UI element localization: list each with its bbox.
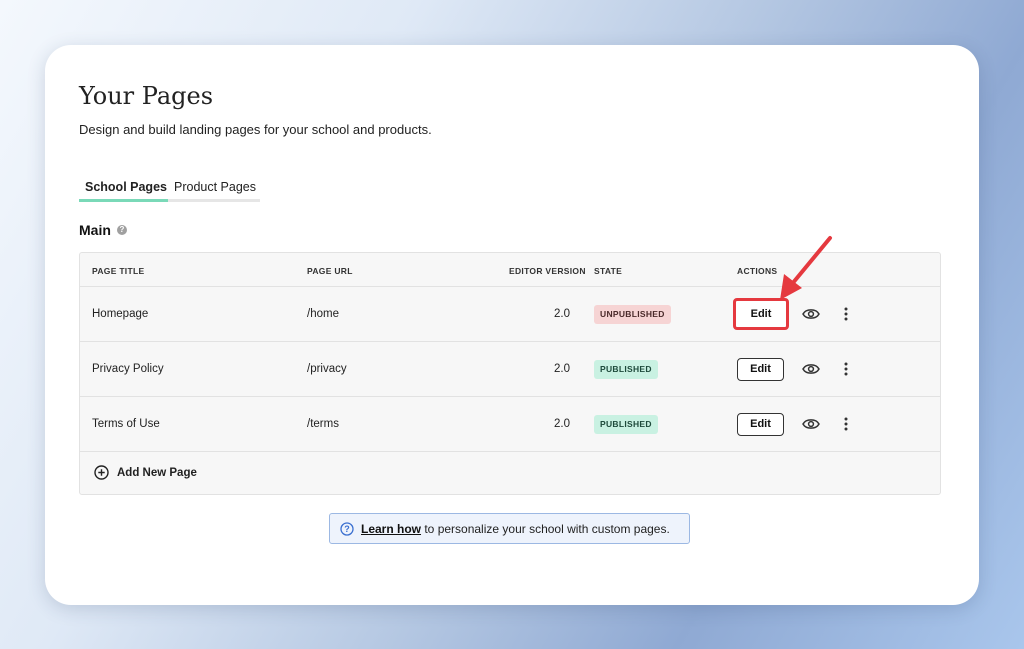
learn-how-link[interactable]: Learn how <box>361 522 421 536</box>
row-url: /home <box>307 308 339 320</box>
status-badge: PUBLISHED <box>594 415 658 434</box>
section-title: Main ? <box>79 222 127 238</box>
table-row: Terms of Use /terms 2.0 PUBLISHED Edit <box>80 397 940 452</box>
question-circle-icon: ? <box>340 521 354 536</box>
eye-icon[interactable] <box>802 362 820 376</box>
header-editor-version: EDITOR VERSION <box>509 266 586 276</box>
info-banner: ? Learn how to personalize your school w… <box>329 513 690 544</box>
row-url: /privacy <box>307 363 347 375</box>
add-new-page-label: Add New Page <box>117 466 197 479</box>
info-text-rest: to personalize your school with custom p… <box>421 521 670 536</box>
page-title: Your Pages <box>79 82 214 110</box>
plus-circle-icon <box>94 465 109 480</box>
row-title: Homepage <box>92 308 149 320</box>
more-options-icon[interactable] <box>843 361 849 377</box>
page-tabs: School Pages Product Pages <box>79 178 260 202</box>
header-page-title: PAGE TITLE <box>92 266 145 276</box>
section-title-label: Main <box>79 222 111 238</box>
row-url: /terms <box>307 418 339 430</box>
table-row: Privacy Policy /privacy 2.0 PUBLISHED Ed… <box>80 342 940 397</box>
more-options-icon[interactable] <box>843 306 849 322</box>
add-new-page-button[interactable]: Add New Page <box>94 465 197 480</box>
eye-icon[interactable] <box>802 417 820 431</box>
status-badge: UNPUBLISHED <box>594 305 671 324</box>
tab-product-pages[interactable]: Product Pages <box>174 180 256 194</box>
help-circle-icon[interactable]: ? <box>116 225 127 235</box>
row-version: 2.0 <box>554 308 570 320</box>
eye-icon[interactable] <box>802 307 820 321</box>
page-subtitle: Design and build landing pages for your … <box>79 122 432 137</box>
edit-button[interactable]: Edit <box>737 413 784 436</box>
info-text: Learn how to personalize your school wit… <box>361 522 670 536</box>
header-page-url: PAGE URL <box>307 266 353 276</box>
svg-text:?: ? <box>344 524 350 534</box>
edit-button[interactable]: Edit <box>737 358 784 381</box>
tab-school-pages[interactable]: School Pages <box>85 180 167 194</box>
annotation-arrow <box>780 236 832 300</box>
tab-active-indicator <box>79 199 168 202</box>
row-version: 2.0 <box>554 363 570 375</box>
row-title: Terms of Use <box>92 418 160 430</box>
row-title: Privacy Policy <box>92 363 164 375</box>
row-version: 2.0 <box>554 418 570 430</box>
header-state: STATE <box>594 266 623 276</box>
more-options-icon[interactable] <box>843 416 849 432</box>
status-badge: PUBLISHED <box>594 360 658 379</box>
